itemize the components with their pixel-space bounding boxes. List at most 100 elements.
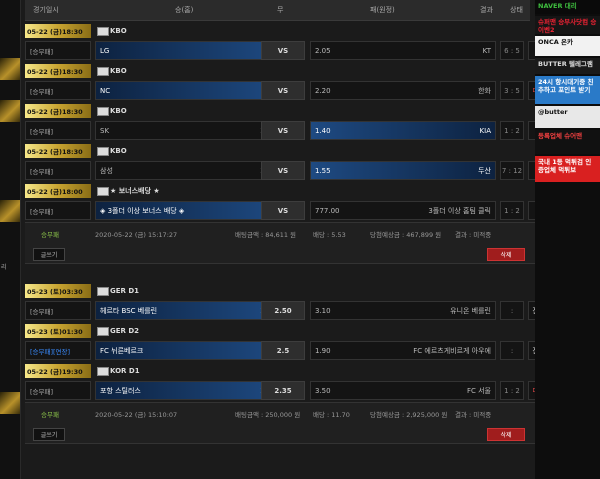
away-pick[interactable]: 777.00 3폴더 이상 홈팀 클릭 (310, 201, 496, 220)
away-pick[interactable]: 2.20 한화 (310, 81, 496, 100)
away-pick[interactable]: 1.40 KIA (310, 121, 496, 140)
away-team: 3폴더 이상 홈팀 클릭 (428, 206, 491, 215)
header-away: 패(원정) (370, 6, 395, 14)
away-team: 유니온 베를린 (450, 306, 491, 315)
bet-type: [승무패] (25, 381, 91, 400)
header-state: 상태 (510, 6, 523, 14)
draw-pick[interactable]: 2.35 (261, 381, 305, 400)
bet-type: [승무패] (25, 41, 91, 60)
ad-banner[interactable]: 등록업체 슈어맨 (535, 130, 600, 154)
write-button[interactable]: 글쓰기 (33, 428, 65, 441)
sidebar-gold-tab[interactable] (0, 100, 20, 122)
draw-pick[interactable]: 2.5 (261, 341, 305, 360)
sidebar-gold-tab[interactable] (0, 58, 20, 80)
draw-pick[interactable]: 2.50 (261, 301, 305, 320)
home-pick[interactable]: NC1.50 (95, 81, 281, 100)
summary-rate: 배당 : 5.53 (313, 231, 346, 239)
league-flag-icon (97, 66, 109, 76)
delete-button[interactable]: 삭제 (487, 428, 525, 441)
away-odd: 1.55 (315, 166, 331, 175)
bet-summary: 승무패 2020-05-22 (금) 15:10:07 배팅금액 : 250,000… (25, 402, 555, 444)
draw-pick[interactable]: VS (261, 201, 305, 220)
home-team: SK (100, 126, 110, 135)
ad-banner[interactable]: BUTTER 텔레그램 (535, 58, 600, 74)
game-row: [승무패]헤르타 BSC 베를린2.602.503.10유니온 베를린:진행중 (25, 301, 556, 320)
home-pick[interactable]: 헤르타 BSC 베를린2.60 (95, 301, 281, 320)
home-pick[interactable]: 삼성2.15 (95, 161, 281, 180)
delete-button[interactable]: 삭제 (487, 248, 525, 261)
game-row: [승무패][연장]FC 뉘른베르크1.802.5 1.90 FC 에르츠게비르게 아… (25, 341, 556, 360)
bet-type: [승무패] (25, 121, 91, 140)
home-team: NC (100, 86, 111, 95)
summary-rate: 배당 : 11.70 (313, 411, 350, 419)
summary-outcome: 결과 : 미적중 (455, 231, 492, 239)
away-team: KIA (479, 126, 491, 135)
game-date: 05-23 (토)03:30 (25, 284, 91, 298)
league-flag-icon (97, 26, 109, 36)
sidebar-gold-tab[interactable] (0, 200, 20, 222)
draw-pick[interactable]: VS (261, 161, 305, 180)
league-flag-icon (97, 286, 109, 296)
league-flag-icon (97, 106, 109, 116)
game-row: [승무패]LG1.65VS2.05KT6 : 5적중 (25, 41, 556, 60)
bet-type: [승무패] (25, 301, 91, 320)
ad-banner[interactable]: 24시 항시대기중 친추하고 포인트 받기 (535, 76, 600, 104)
summary-result: 승무패 (41, 411, 59, 419)
away-pick[interactable]: 1.90 FC 에르츠게비르게 아우에 (310, 341, 496, 360)
ad-banner[interactable]: NAVER 대리 (535, 0, 600, 14)
game-date: 05-22 (금)18:30 (25, 24, 91, 38)
away-pick[interactable]: 2.05 KT (310, 41, 496, 60)
summary-datetime: 2020-05-22 (금) 15:17:27 (95, 231, 178, 239)
game-row: [승무패]포항 스틸러스2.502.353.50FC 서울1 : 2미적중 (25, 381, 556, 400)
sidebar-text: 리 (1, 264, 7, 271)
bet-type: [승무패] (25, 161, 91, 180)
away-odd: 2.20 (315, 86, 331, 95)
ad-banner[interactable]: 슈퍼맨 승부사닷컴 승이벤2 (535, 16, 600, 34)
draw-pick[interactable]: VS (261, 41, 305, 60)
home-pick[interactable]: FC 뉘른베르크1.80 (95, 341, 281, 360)
away-team: KT (482, 46, 491, 55)
draw-pick[interactable]: VS (261, 121, 305, 140)
away-odd: 1.90 (315, 346, 331, 355)
game-row: [승무패]삼성2.15VS1.55두산7 : 12적중 (25, 161, 556, 180)
summary-datetime: 2020-05-22 (금) 15:10:07 (95, 411, 178, 419)
away-pick[interactable]: 3.10 유니온 베를린 (310, 301, 496, 320)
game-header: 05-23 (토)01:30 GER D2 (25, 324, 530, 338)
game-header: 05-22 (금)18:30 KBO (25, 104, 530, 118)
game-date: 05-22 (금)18:30 (25, 144, 91, 158)
table-header: 경기일시 승(홈) 무 패(원정) 결과 상태 (25, 0, 530, 21)
sidebar-gold-tab[interactable] (0, 392, 20, 414)
away-pick[interactable]: 3.50 FC 서울 (310, 381, 496, 400)
home-pick[interactable]: LG1.65 (95, 41, 281, 60)
away-pick[interactable]: 1.55 두산 (310, 161, 496, 180)
league-name: GER D1 (110, 287, 140, 295)
game-row: [승무패]SK2.30VS1.40KIA1 : 2적중 (25, 121, 556, 140)
ad-banner[interactable]: ONCA 온카 (535, 36, 600, 56)
home-pick[interactable]: ◈ 3폴더 이상 보너스 배당 ◈1.03 (95, 201, 281, 220)
game-row: [승무패]NC1.50VS2.20한화3 : 5미적중 (25, 81, 556, 100)
home-pick[interactable]: SK2.30 (95, 121, 281, 140)
write-button[interactable]: 글쓰기 (33, 248, 65, 261)
game-header: 05-22 (금)18:30 KBO (25, 24, 530, 38)
bet-history: 경기일시 승(홈) 무 패(원정) 결과 상태 05-22 (금)18:30 KB… (25, 0, 556, 444)
league-name: KBO (110, 27, 127, 35)
game-header: 05-23 (토)03:30 GER D1 (25, 284, 530, 298)
game-score: 6 : 5 (500, 41, 524, 60)
league-name: KOR D1 (110, 367, 140, 375)
game-score: 3 : 5 (500, 81, 524, 100)
left-sidebar: 리 (0, 0, 21, 479)
away-team: 한화 (478, 86, 491, 95)
home-team: 헤르타 BSC 베를린 (100, 306, 158, 315)
ad-banner[interactable]: @butter (535, 106, 600, 128)
home-pick[interactable]: 포항 스틸러스2.50 (95, 381, 281, 400)
away-team: FC 서울 (466, 386, 491, 395)
header-time: 경기일시 (33, 6, 59, 14)
summary-outcome: 결과 : 미적중 (455, 411, 492, 419)
ad-banner[interactable]: 국내 1등 먹튀검 인증업체 먹튀보 (535, 156, 600, 182)
home-team: 포항 스틸러스 (100, 386, 141, 395)
game-header: 05-22 (금)18:00 ★ 보너스배당 ★ (25, 184, 530, 198)
home-team: LG (100, 46, 110, 55)
bet-type: [승무패] (25, 81, 91, 100)
home-team: FC 뉘른베르크 (100, 346, 144, 355)
draw-pick[interactable]: VS (261, 81, 305, 100)
